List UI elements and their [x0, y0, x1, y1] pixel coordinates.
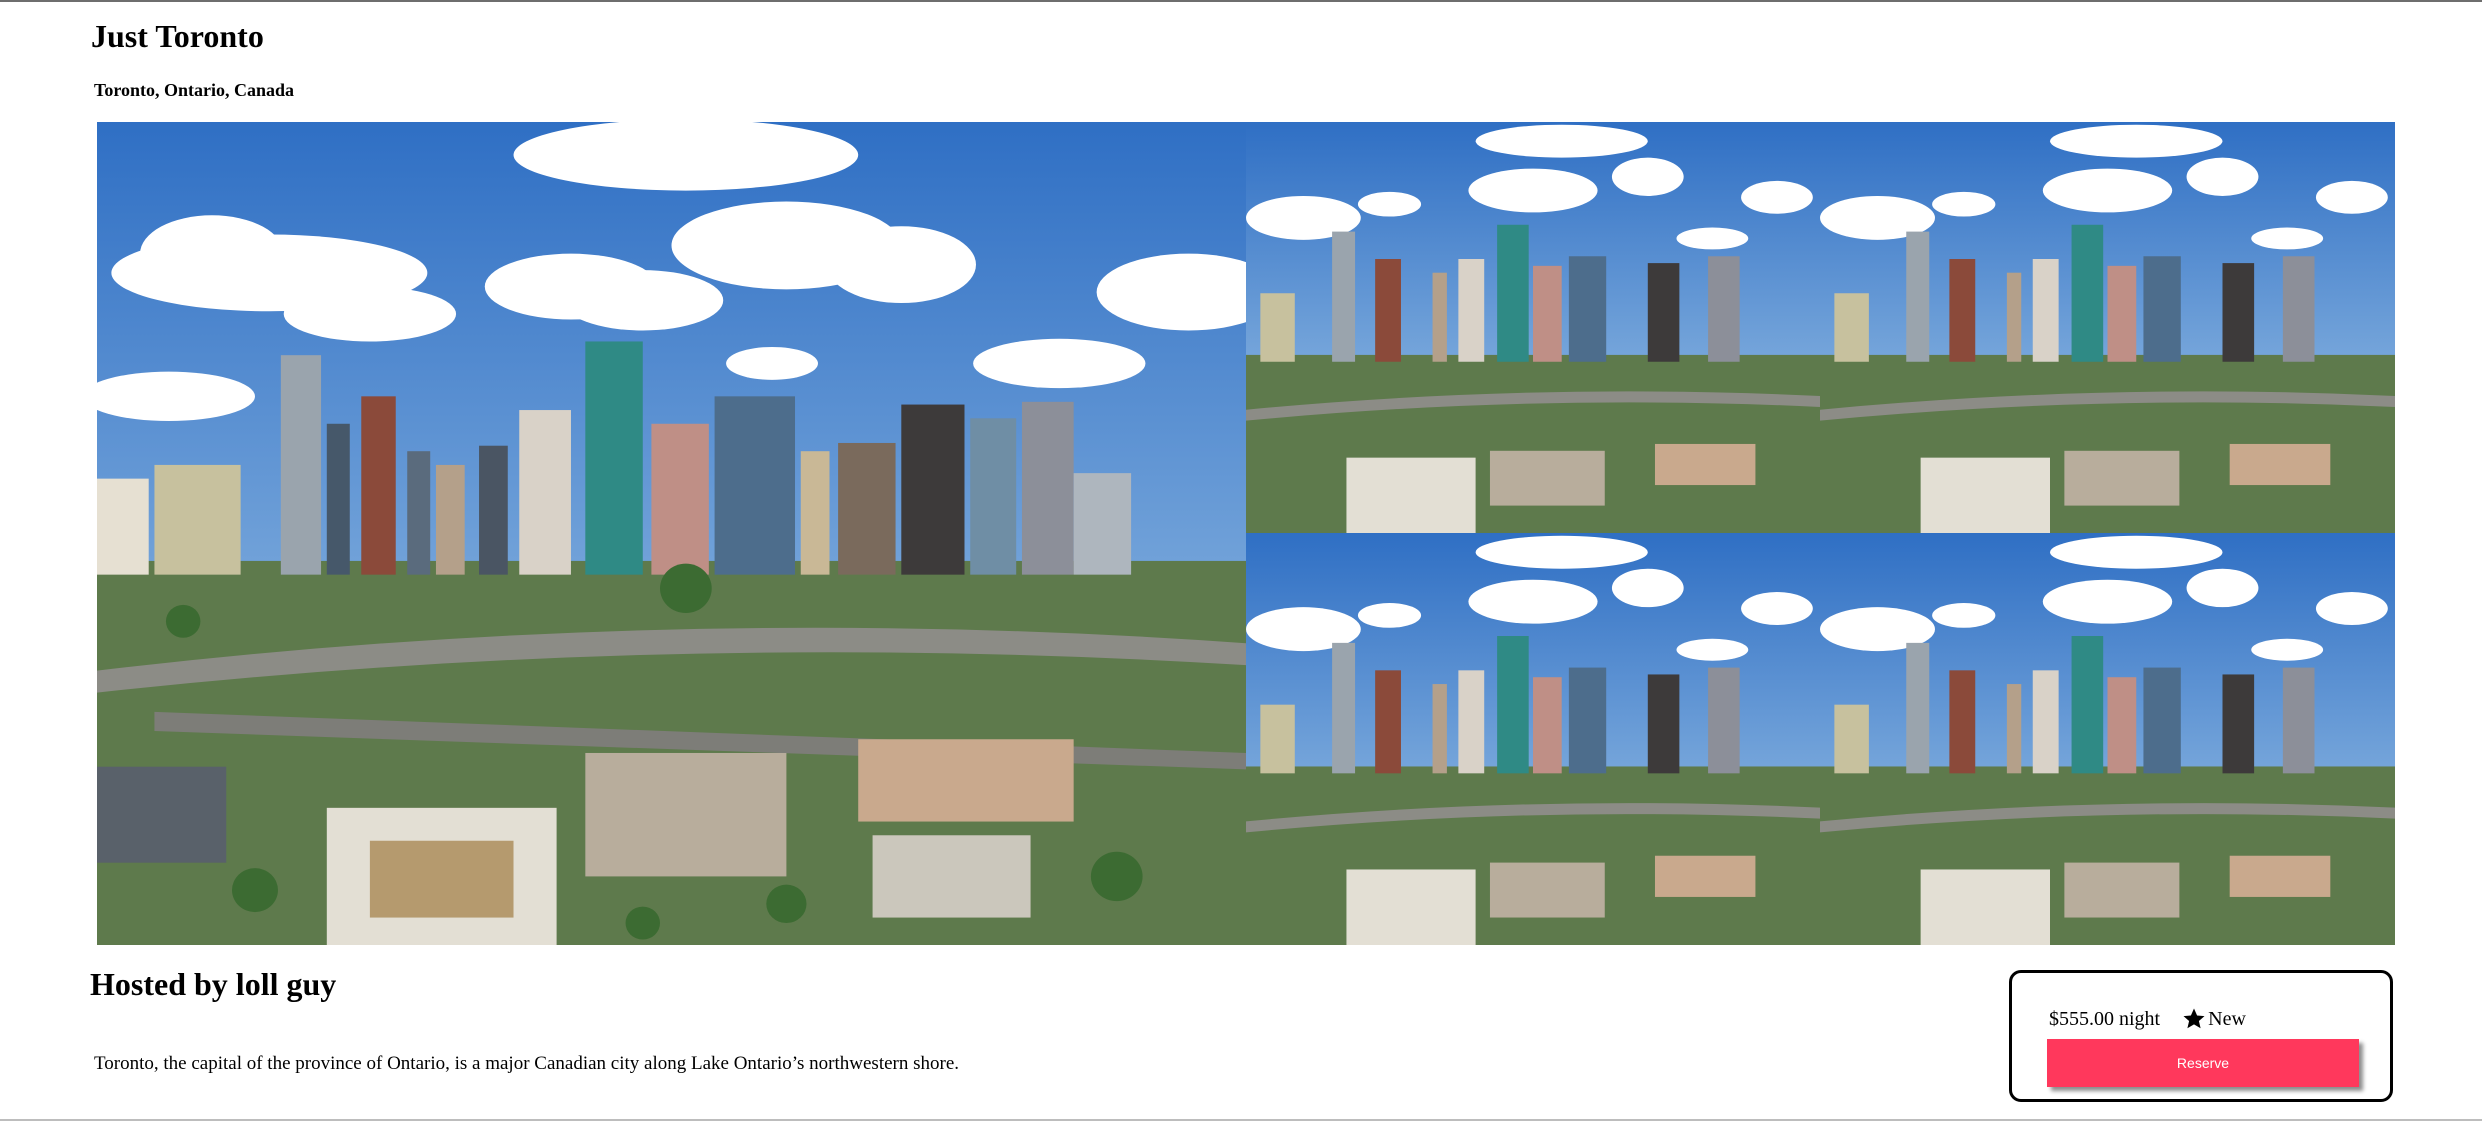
skyline-image [1820, 122, 2395, 533]
photo-gallery [97, 122, 2395, 945]
listing-title: Just Toronto [91, 18, 264, 54]
listing-description: Toronto, the capital of the province of … [94, 1053, 960, 1074]
nightly-price: $555.00 night [2049, 1007, 2161, 1030]
gallery-photo-2[interactable] [1246, 122, 1820, 533]
skyline-image [97, 122, 1246, 945]
top-divider [0, 0, 2482, 2]
gallery-photo-4[interactable] [1246, 533, 1820, 945]
booking-card: $555.00 night New Reserve [2009, 970, 2393, 1102]
skyline-image [1246, 122, 1820, 533]
star-icon [2182, 1007, 2206, 1031]
gallery-photo-3[interactable] [1820, 122, 2395, 533]
price-row: $555.00 night New [2049, 1007, 2246, 1031]
listing-location: Toronto, Ontario, Canada [94, 80, 295, 100]
rating-label: New [2208, 1007, 2246, 1030]
reserve-button[interactable]: Reserve [2047, 1039, 2359, 1087]
gallery-photo-main[interactable] [97, 122, 1246, 945]
bottom-divider [0, 1119, 2482, 1121]
gallery-photo-5[interactable] [1820, 533, 2395, 945]
skyline-image [1246, 533, 1820, 945]
host-heading: Hosted by loll guy [90, 966, 337, 1002]
skyline-image [1820, 533, 2395, 945]
